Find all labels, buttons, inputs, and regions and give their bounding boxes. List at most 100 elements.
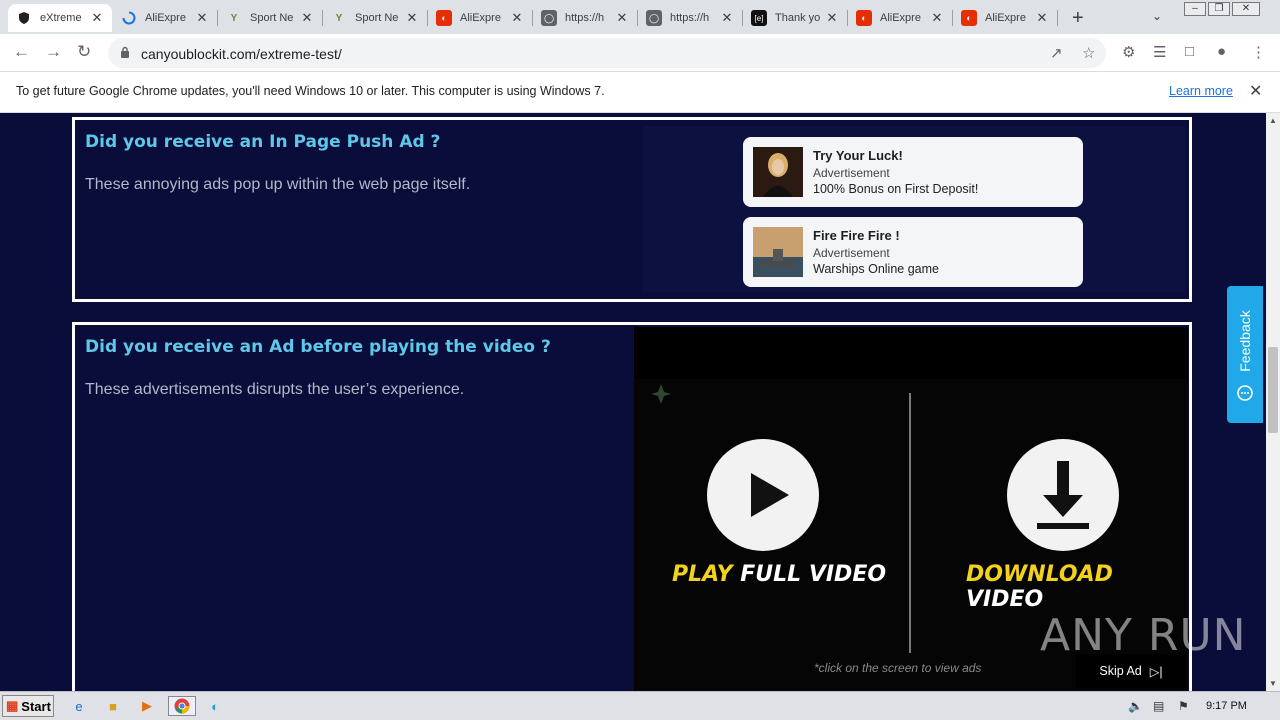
tab-title: AliExpre xyxy=(460,12,501,24)
tab-title: AliExpre xyxy=(880,12,921,24)
video-logo-icon xyxy=(651,384,671,404)
browser-tab[interactable]: eXtreme ✕ xyxy=(8,4,112,32)
video-top-bar xyxy=(634,327,1188,379)
aliexpress-icon: ◐ xyxy=(856,10,872,26)
tab-title: Thank yo xyxy=(775,12,821,24)
media-queue-icon[interactable]: ☰ xyxy=(1153,43,1166,61)
tab-title: https://h xyxy=(565,12,605,24)
extensions-icon[interactable]: ⚙ xyxy=(1122,43,1135,61)
windows-taskbar: ▦ Start e ■ ▶ ◐ 🔈 ▤ ⚑ 9:17 PM xyxy=(0,691,1280,720)
browser-tab[interactable]: ◯ https://h ✕ xyxy=(638,4,743,32)
download-button-icon[interactable] xyxy=(1007,439,1119,551)
tab-close-icon[interactable]: ✕ xyxy=(90,10,104,26)
page-content: Did you receive an In Page Push Ad ? The… xyxy=(0,113,1266,691)
play-button-icon[interactable] xyxy=(707,439,819,551)
push-ad-thumbnail xyxy=(753,147,803,197)
browser-tab[interactable]: ◐ AliExpre ✕ xyxy=(848,4,953,32)
action-center-flag-icon[interactable]: ⚑ xyxy=(1178,699,1189,713)
share-icon[interactable]: ↗ xyxy=(1050,44,1063,62)
tab-title: eXtreme xyxy=(40,12,82,24)
globe-icon: ◯ xyxy=(646,10,662,26)
tab-separator xyxy=(1057,10,1058,26)
browser-tab[interactable]: ◐ AliExpre ✕ xyxy=(428,4,533,32)
push-ad-body: 100% Bonus on First Deposit! xyxy=(813,182,979,196)
address-bar[interactable]: canyoublockit.com/extreme-test/ ↗ ☆ xyxy=(108,38,1106,68)
reload-icon[interactable]: ↻ xyxy=(77,42,91,62)
push-ad-notification[interactable]: Try Your Luck! Advertisement 100% Bonus … xyxy=(743,137,1083,207)
site-logo-icon: [e] xyxy=(751,10,767,26)
aliexpress-icon: ◐ xyxy=(436,10,452,26)
push-ad-title: Fire Fire Fire ! xyxy=(813,228,900,243)
browser-tab[interactable]: ◯ https://h ✕ xyxy=(533,4,638,32)
tab-close-icon[interactable]: ✕ xyxy=(825,10,839,26)
play-full-video-label[interactable]: PLAY FULL VIDEO xyxy=(672,562,886,587)
browser-tab[interactable]: AliExpre ✕ xyxy=(113,4,218,32)
globe-icon: ◯ xyxy=(541,10,557,26)
y-logo-icon: Y xyxy=(335,12,343,24)
minimize-button[interactable]: – xyxy=(1184,2,1206,16)
push-ad-body: Warships Online game xyxy=(813,262,939,276)
bookmark-star-icon[interactable]: ☆ xyxy=(1082,44,1095,62)
browser-tab[interactable]: Y Sport Ne ✕ xyxy=(323,4,428,32)
side-panel-icon[interactable]: □ xyxy=(1185,43,1194,60)
browser-tab[interactable]: ◐ AliExpre ✕ xyxy=(953,4,1058,32)
volume-icon[interactable]: 🔈 xyxy=(1128,699,1143,713)
file-explorer-icon[interactable]: ■ xyxy=(102,696,124,716)
push-ad-notification[interactable]: Fire Fire Fire ! Advertisement Warships … xyxy=(743,217,1083,287)
push-ad-label: Advertisement xyxy=(813,246,890,260)
push-ad-zone: Try Your Luck! Advertisement 100% Bonus … xyxy=(643,126,1185,292)
download-video-label[interactable]: DOWNLOAD VIDEO xyxy=(966,562,1188,612)
tab-search-chevron-icon[interactable]: ⌄ xyxy=(1152,9,1162,23)
push-ad-thumbnail xyxy=(753,227,803,277)
tab-close-icon[interactable]: ✕ xyxy=(720,10,734,26)
learn-more-link[interactable]: Learn more xyxy=(1169,84,1233,98)
tab-title: https://h xyxy=(670,12,710,24)
push-ad-title: Try Your Luck! xyxy=(813,148,903,163)
internet-explorer-icon[interactable]: e xyxy=(68,696,90,716)
taskbar-clock[interactable]: 9:17 PM xyxy=(1206,700,1247,712)
tab-close-icon[interactable]: ✕ xyxy=(300,10,314,26)
skip-next-icon: ▷| xyxy=(1149,664,1163,679)
anyrun-watermark: ANY RUN xyxy=(1040,610,1247,661)
scroll-down-icon[interactable]: ▼ xyxy=(1269,679,1277,688)
tab-close-icon[interactable]: ✕ xyxy=(405,10,419,26)
shield-icon xyxy=(16,10,32,26)
profile-avatar-icon[interactable]: ● xyxy=(1217,43,1226,60)
tab-title: Sport Ne xyxy=(250,12,294,24)
video-hint: *click on the screen to view ads xyxy=(814,661,982,675)
tab-close-icon[interactable]: ✕ xyxy=(1035,10,1049,26)
scroll-up-icon[interactable]: ▲ xyxy=(1269,116,1277,125)
start-button[interactable]: ▦ Start xyxy=(2,695,54,717)
aliexpress-icon: ◐ xyxy=(961,10,977,26)
tab-close-icon[interactable]: ✕ xyxy=(510,10,524,26)
infobar-message: To get future Google Chrome updates, you… xyxy=(16,84,605,98)
media-player-icon[interactable]: ▶ xyxy=(136,696,158,716)
restore-button[interactable]: ❐ xyxy=(1208,2,1230,16)
tab-close-icon[interactable]: ✕ xyxy=(930,10,944,26)
video-divider xyxy=(909,393,911,653)
new-tab-button[interactable]: + xyxy=(1072,7,1084,30)
edge-icon[interactable]: ◐ xyxy=(204,696,226,716)
y-logo-icon: Y xyxy=(230,12,238,24)
network-icon[interactable]: ▤ xyxy=(1153,699,1164,713)
video-ad-card: Did you receive an Ad before playing the… xyxy=(72,322,1192,691)
push-ad-card: Did you receive an In Page Push Ad ? The… xyxy=(72,117,1192,302)
forward-arrow-icon[interactable]: → xyxy=(45,42,62,62)
push-ad-description: These annoying ads pop up within the web… xyxy=(85,176,471,193)
scroll-thumb[interactable] xyxy=(1268,347,1278,433)
back-arrow-icon[interactable]: ← xyxy=(13,42,30,62)
chrome-taskbar-icon[interactable] xyxy=(168,696,196,716)
browser-tab[interactable]: [e] Thank yo ✕ xyxy=(743,4,848,32)
tab-close-icon[interactable]: ✕ xyxy=(615,10,629,26)
feedback-tab[interactable]: Feedback xyxy=(1227,286,1263,423)
loading-spinner-icon xyxy=(121,10,137,26)
tab-close-icon[interactable]: ✕ xyxy=(195,10,209,26)
infobar-close-icon[interactable]: ✕ xyxy=(1249,81,1262,101)
more-menu-icon[interactable]: ⋮ xyxy=(1251,43,1266,61)
tab-title: Sport Ne xyxy=(355,12,399,24)
browser-toolbar: ← → ↻ canyoublockit.com/extreme-test/ ↗ … xyxy=(0,34,1280,72)
close-window-button[interactable]: ✕ xyxy=(1232,2,1260,16)
feedback-chat-icon xyxy=(1237,385,1253,401)
browser-tab[interactable]: Y Sport Ne ✕ xyxy=(218,4,323,32)
page-scrollbar[interactable]: ▲ ▼ xyxy=(1266,113,1280,691)
